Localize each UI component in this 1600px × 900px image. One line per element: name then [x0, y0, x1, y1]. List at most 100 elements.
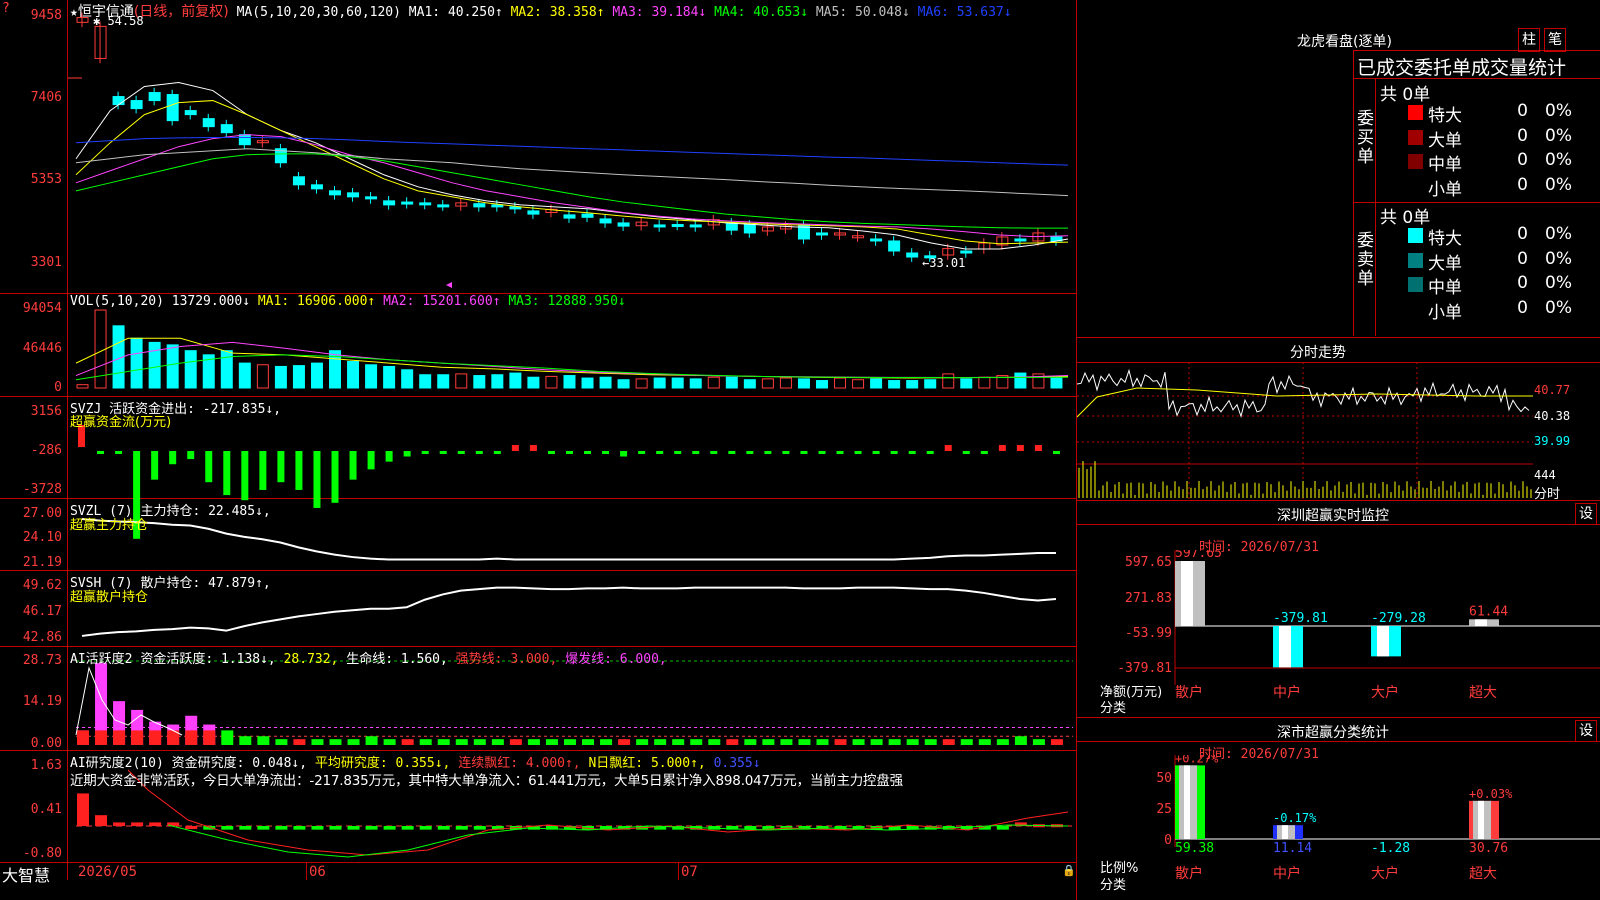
volume-bar: [743, 379, 756, 389]
intraday-tick: 39.99: [1534, 434, 1571, 448]
classify-chart[interactable]: 7550250+0.27%59.38散户-0.17%11.14中户-1.28大户…: [1150, 755, 1600, 900]
volume-bar: [852, 379, 865, 389]
order-count: 0: [1517, 150, 1528, 170]
flow-bar: [944, 445, 952, 451]
y-tick-label: 28.73: [22, 653, 62, 668]
volume-bar: [924, 379, 937, 389]
y-tick-label: 49.62: [22, 578, 62, 593]
flow-bar: [674, 451, 682, 454]
activity-bar: [834, 739, 847, 745]
volume-bar: [761, 378, 774, 389]
bar-mode-button[interactable]: 柱: [1518, 28, 1540, 52]
net-bar-highlight: [1279, 626, 1291, 668]
research-bar: [149, 822, 162, 827]
volume-bar: [256, 364, 269, 389]
flow-bar: [836, 451, 844, 454]
volume-bar: [347, 360, 360, 389]
flow-bar: [998, 445, 1006, 451]
candle: [870, 238, 883, 242]
marker-triangle: [446, 282, 452, 288]
candle: [599, 218, 612, 224]
candle: [653, 224, 666, 228]
activity-bar: [888, 739, 901, 745]
candle: [437, 204, 450, 208]
lock-icon[interactable]: 🔒: [1062, 864, 1076, 877]
flow-bar: [692, 451, 700, 454]
activity-bar: [654, 739, 667, 745]
flow-bar: [277, 451, 285, 483]
order-count: 0: [1517, 273, 1528, 293]
y-tick-label: 0.41: [30, 802, 62, 817]
candle: [292, 176, 305, 186]
flow-bar: [710, 451, 718, 454]
color-swatch: [1408, 301, 1423, 317]
volume-bar: [491, 374, 504, 389]
order-name: 中单: [1428, 278, 1462, 298]
research-bar: [131, 822, 144, 827]
y-tick-label: 24.10: [22, 530, 62, 545]
candle: [365, 196, 378, 200]
flow-bar: [782, 451, 790, 454]
vol-header: VOL(5,10,20) 13729.000↓ MA1: 16906.000↑ …: [70, 294, 626, 309]
candle: [148, 92, 161, 102]
volume-bar: [581, 377, 594, 389]
activity-bar: [726, 739, 739, 745]
y-tick-label: -3728: [22, 482, 62, 497]
volume-bar: [779, 377, 792, 389]
candle: [329, 190, 342, 196]
brand-label: 大智慧: [2, 866, 51, 885]
category-label: 超大: [1469, 866, 1497, 882]
activity-bar: [563, 739, 576, 745]
chart-area[interactable]: ? ★恒宇信通(日线，前复权) MA(5,10,20,30,60,120) MA…: [0, 0, 1077, 900]
value-label: 59.38: [1175, 841, 1214, 856]
intraday-tick: 40.77: [1534, 383, 1571, 397]
divider: [1077, 500, 1600, 501]
candle: [527, 210, 540, 215]
activity-bar: [744, 739, 757, 745]
color-swatch: [1408, 178, 1423, 194]
activity-bar: [762, 739, 775, 745]
category-label: 散户: [1175, 684, 1203, 701]
x-label-jun: 06: [309, 864, 326, 880]
tick-mode-button[interactable]: 笔: [1544, 28, 1566, 52]
activity-bar: [311, 739, 324, 745]
activity-bar: [906, 739, 919, 745]
volume-bar: [473, 375, 486, 389]
classify-settings-button[interactable]: 设: [1575, 720, 1597, 742]
flow-bar: [638, 451, 646, 454]
ma6-line: [75, 136, 1069, 166]
y-tick-label: 46446: [22, 341, 62, 356]
activity-bar: [491, 739, 504, 745]
order-name: 小单: [1428, 302, 1462, 323]
candle: [1014, 238, 1027, 242]
intraday-chart[interactable]: [1077, 362, 1533, 500]
monitor-chart[interactable]: 597.65271.83-53.99-379.81597.65散户-379.81…: [1100, 550, 1600, 715]
activity-bar: [239, 736, 252, 745]
candle: [383, 200, 396, 206]
research-bar: [77, 793, 89, 827]
y-tick-label: 46.17: [22, 604, 62, 619]
order-count: 0: [1517, 101, 1528, 121]
chart-canvas[interactable]: [68, 0, 1076, 880]
activity-bar: [924, 739, 937, 745]
volume-bar: [689, 378, 702, 389]
flow-bar: [872, 451, 880, 454]
candle: [960, 250, 973, 254]
activity-bar: [618, 739, 631, 745]
volume-bar: [383, 365, 396, 389]
category-label: 散户: [1175, 865, 1203, 882]
candle: [888, 240, 901, 252]
value-label: -379.81: [1273, 611, 1328, 626]
candle: [184, 110, 197, 116]
flow-bar: [457, 451, 465, 454]
category-label: 中户: [1273, 684, 1301, 701]
flow-bar: [980, 451, 988, 454]
y-tick-label: 21.19: [22, 555, 62, 570]
monitor-settings-button[interactable]: 设: [1575, 503, 1597, 525]
volume-bar: [184, 350, 197, 389]
volume-bar: [76, 384, 89, 389]
volume-bar: [870, 378, 883, 389]
pct-label: +0.27%: [1175, 755, 1219, 765]
y-tick-label: 94054: [22, 301, 62, 316]
activity-bar: [708, 739, 721, 745]
